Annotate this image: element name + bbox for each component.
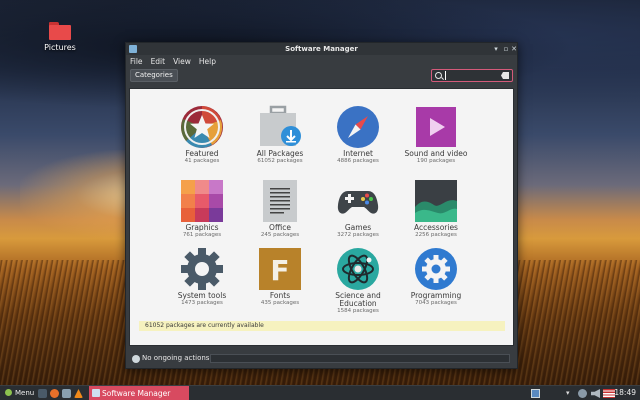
window-statusbar: No ongoing actions [126, 350, 517, 368]
ongoing-actions-label: No ongoing actions [142, 354, 210, 362]
category-featured[interactable]: Featured 41 packages [166, 105, 238, 165]
categories-panel: Featured 41 packages All Packages 61052 … [129, 88, 514, 346]
activity-icon [132, 355, 140, 363]
vlc-icon[interactable] [74, 389, 83, 398]
desktop-icon-pictures[interactable]: Pictures [40, 22, 80, 52]
cog-icon [414, 247, 458, 291]
category-count: 1584 packages [337, 308, 379, 314]
close-icon[interactable]: ✕ [510, 45, 518, 53]
menu-label: Menu [15, 389, 35, 397]
network-icon[interactable] [578, 389, 587, 398]
category-graphics[interactable]: Graphics 761 packages [166, 179, 238, 239]
atom-icon [336, 247, 380, 291]
clock[interactable]: 18:49 [614, 388, 636, 397]
app-icon [92, 389, 100, 397]
desktop-icon-label: Pictures [44, 43, 76, 52]
category-count: 190 packages [416, 158, 456, 164]
mint-logo-icon [5, 389, 12, 396]
category-count: 61052 packages [257, 158, 303, 164]
category-internet[interactable]: Internet 4886 packages [322, 105, 394, 165]
category-count: 3272 packages [337, 232, 379, 238]
category-fonts[interactable]: F Fonts 435 packages [244, 247, 316, 307]
document-icon [258, 179, 302, 223]
category-name: Office [269, 223, 291, 232]
category-office[interactable]: Office 245 packages [244, 179, 316, 239]
category-name: Sound and video [404, 149, 468, 158]
font-icon: F [258, 247, 302, 291]
palette-icon [180, 179, 224, 223]
category-name: Graphics [185, 223, 219, 232]
category-sound-and-video[interactable]: Sound and video 190 packages [400, 105, 472, 165]
category-science-and-education[interactable]: Science and Education 1584 packages [322, 247, 394, 315]
category-count: 4886 packages [337, 158, 379, 164]
category-count: 2256 packages [415, 232, 457, 238]
category-name: Featured [185, 149, 219, 158]
chart-icon [414, 179, 458, 223]
backspace-icon[interactable] [501, 72, 509, 79]
category-name: System tools [177, 291, 227, 300]
category-name: All Packages [256, 149, 304, 158]
gear-icon [180, 247, 224, 291]
show-desktop-icon[interactable] [38, 389, 47, 398]
category-count: 245 packages [260, 232, 300, 238]
video-icon [414, 105, 458, 149]
category-name: Accessories [414, 223, 458, 232]
menu-file[interactable]: File [130, 57, 143, 66]
software-manager-window: Software Manager ▾ ▫ ✕ File Edit View He… [125, 42, 518, 369]
category-name: Fonts [269, 291, 291, 300]
menu-view[interactable]: View [173, 57, 191, 66]
compass-icon [336, 105, 380, 149]
volume-icon[interactable] [591, 389, 600, 398]
search-input[interactable] [445, 71, 497, 80]
availability-notice: 61052 packages are currently available [139, 321, 505, 331]
category-accessories[interactable]: Accessories 2256 packages [400, 179, 472, 239]
progress-bar [210, 354, 510, 363]
categories-button[interactable]: Categories [130, 69, 178, 82]
chevron-down-icon[interactable]: ▾ [566, 389, 575, 398]
category-system-tools[interactable]: System tools 1473 packages [166, 247, 238, 307]
package-icon [258, 105, 302, 149]
taskbar: Menu Software Manager ▾ 18:49 [0, 385, 640, 400]
firefox-icon[interactable] [50, 389, 59, 398]
search-icon [435, 72, 442, 79]
category-count: 761 packages [182, 232, 222, 238]
minimize-icon[interactable]: ▾ [492, 45, 500, 53]
menu-edit[interactable]: Edit [151, 57, 166, 66]
taskbar-task-software-manager[interactable]: Software Manager [89, 386, 189, 400]
search-field[interactable] [431, 69, 513, 82]
star-icon [180, 105, 224, 149]
category-name: Science and Education [335, 291, 381, 308]
workspace-icon[interactable] [531, 389, 540, 398]
category-count: 435 packages [260, 300, 300, 306]
window-title: Software Manager [285, 45, 358, 53]
svg-text:F: F [270, 254, 289, 287]
menu-help[interactable]: Help [199, 57, 216, 66]
category-all-packages[interactable]: All Packages 61052 packages [244, 105, 316, 165]
category-name: Games [344, 223, 372, 232]
category-name: Programming [410, 291, 462, 300]
category-name: Internet [343, 149, 373, 158]
keyboard-layout-flag-icon[interactable] [603, 389, 615, 398]
folder-icon [49, 22, 71, 40]
category-games[interactable]: Games 3272 packages [322, 179, 394, 239]
start-menu-button[interactable]: Menu [2, 388, 37, 399]
window-titlebar[interactable]: Software Manager ▾ ▫ ✕ [126, 43, 517, 55]
menubar: File Edit View Help [126, 55, 517, 67]
maximize-icon[interactable]: ▫ [502, 45, 510, 53]
toolbar: Categories [126, 67, 517, 85]
category-count: 41 packages [184, 158, 220, 164]
category-programming[interactable]: Programming 7043 packages [400, 247, 472, 307]
category-count: 7043 packages [415, 300, 457, 306]
terminal-icon[interactable] [62, 389, 71, 398]
category-count: 1473 packages [181, 300, 223, 306]
task-label: Software Manager [102, 389, 171, 398]
gamepad-icon [336, 179, 380, 223]
